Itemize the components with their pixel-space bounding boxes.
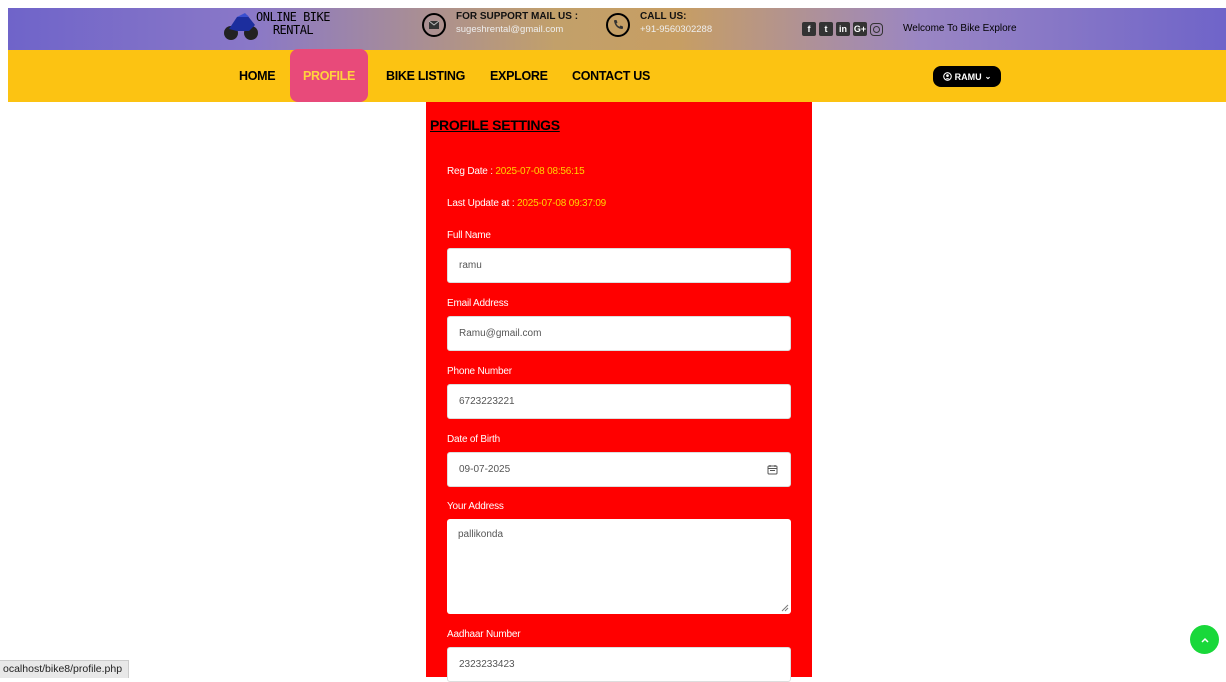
aadhaar-value: 2323233423 [459,659,515,670]
linkedin-icon[interactable]: in [836,22,850,36]
browser-status-bar: ocalhost/bike8/profile.php [0,660,130,678]
address-value: pallikonda [458,529,504,540]
address-textarea[interactable]: pallikonda [447,519,791,614]
back-to-top-button[interactable] [1190,625,1219,654]
dob-label: Date of Birth [447,434,500,445]
instagram-icon[interactable] [870,22,883,36]
last-update-value: 2025-07-08 09:37:09 [516,198,607,209]
support-title: FOR SUPPORT MAIL US : [456,11,579,22]
reg-date-value: 2025-07-08 08:56:15 [495,166,585,177]
site-logo[interactable]: ONLINE BIKE RENTAL [223,9,333,45]
call-title: CALL US: [640,11,687,22]
logo-text: ONLINE BIKE RENTAL [256,11,330,37]
phone-label: Phone Number [447,366,512,377]
last-update: Last Update at : 2025-07-08 09:37:09 [447,198,606,209]
logo-line-2: RENTAL [272,23,314,37]
resize-handle-icon[interactable] [781,604,789,612]
phone-icon [606,13,630,37]
full-name-field[interactable]: ramu [447,248,791,283]
twitter-icon[interactable]: t [819,22,833,36]
reg-date: Reg Date : 2025-07-08 08:56:15 [447,166,585,177]
user-circle-icon [942,72,952,81]
support-email[interactable]: sugeshrental@gmail.com [456,24,563,35]
email-value: Ramu@gmail.com [459,328,542,339]
email-label: Email Address [447,298,509,309]
nav-home[interactable]: HOME [239,50,276,102]
nav-explore[interactable]: EXPLORE [490,50,548,102]
google-plus-icon[interactable]: G+ [853,22,867,36]
call-phone[interactable]: +91-9560302288 [640,24,712,35]
nav-bike-listing[interactable]: BIKE LISTING [386,50,465,102]
social-links: f t in G+ [802,22,883,36]
dob-value: 09-07-2025 [459,464,511,475]
chevron-up-icon [1200,637,1209,643]
phone-field[interactable]: 6723223221 [447,384,791,419]
mail-icon [422,13,446,37]
dob-field[interactable]: 09-07-2025 [447,452,791,487]
user-name: RAMU [954,71,982,82]
address-label: Your Address [447,501,504,512]
full-name-value: ramu [459,260,482,271]
chevron-down-icon: ⌄ [984,72,992,81]
profile-title: PROFILE SETTINGS [430,117,560,133]
motorbike-icon [224,13,258,40]
full-name-label: Full Name [447,230,491,241]
welcome-text: Welcome To Bike Explore [903,23,1017,34]
user-menu-button[interactable]: RAMU ⌄ [933,66,1001,87]
phone-value: 6723223221 [459,396,515,407]
nav-profile[interactable]: PROFILE [290,49,368,102]
calendar-icon[interactable] [767,464,778,475]
nav-contact[interactable]: CONTACT US [572,50,650,102]
reg-date-label: Reg Date : [447,166,496,177]
facebook-icon[interactable]: f [802,22,816,36]
email-field[interactable]: Ramu@gmail.com [447,316,791,351]
last-update-label: Last Update at : [447,198,517,209]
aadhaar-label: Aadhaar Number [447,629,521,640]
